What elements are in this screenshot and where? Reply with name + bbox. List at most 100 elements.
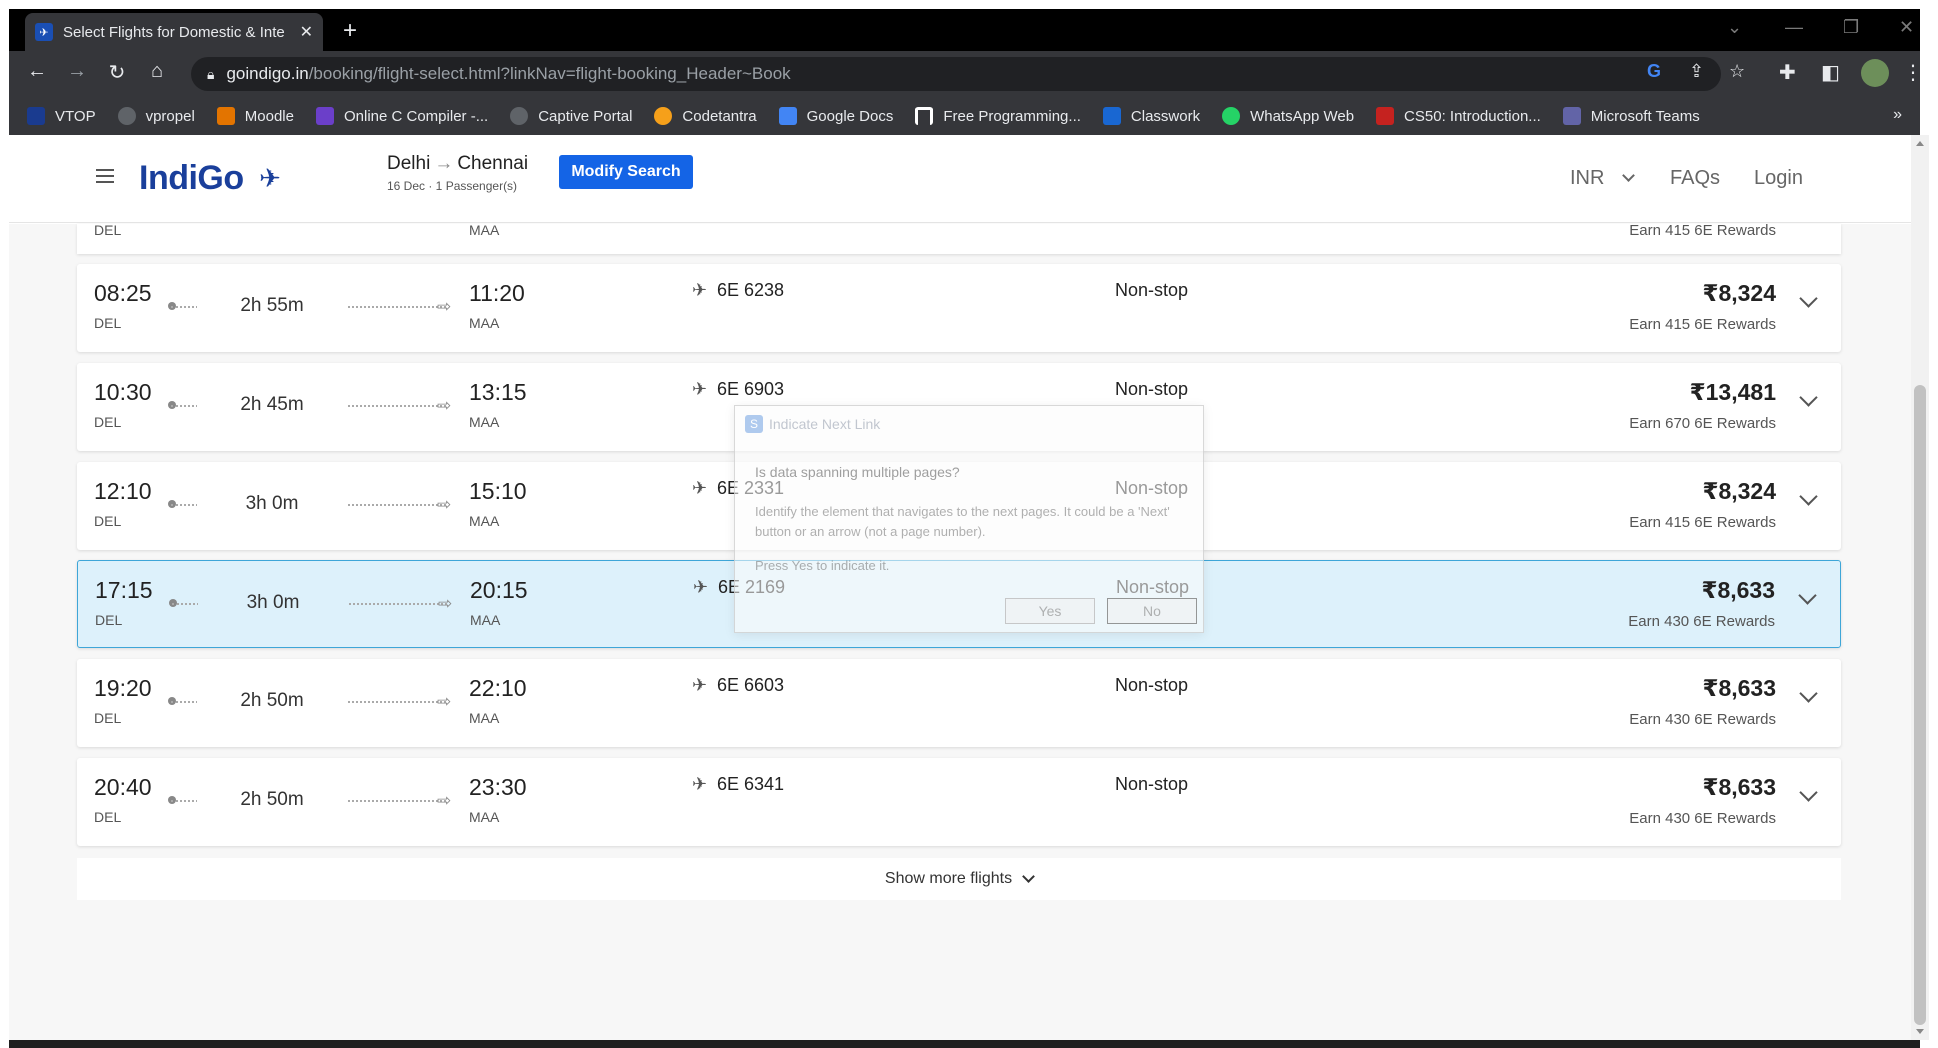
- expand-chevron-icon[interactable]: [1799, 388, 1818, 407]
- flight-card-partial[interactable]: DEL MAA Earn 415 6E Rewards: [77, 224, 1841, 254]
- tab-close-icon[interactable]: ✕: [300, 22, 313, 42]
- expand-chevron-icon[interactable]: [1799, 783, 1818, 802]
- bookmark-whatsapp-web[interactable]: WhatsApp Web: [1222, 107, 1354, 125]
- whatsapp-icon: [1222, 107, 1241, 125]
- bookmark-moodle[interactable]: Moodle: [216, 107, 294, 125]
- stops: Non-stop: [1115, 280, 1189, 300]
- scroll-up-arrow-icon[interactable]: [1916, 141, 1924, 146]
- expand-chevron-icon[interactable]: [1799, 684, 1818, 703]
- show-more-flights-button[interactable]: Show more flights: [77, 858, 1841, 900]
- extensions-icon[interactable]: ✚: [1779, 60, 1796, 85]
- reload-icon[interactable]: ↻: [103, 60, 131, 85]
- airplane-icon: ✈: [692, 379, 708, 399]
- duration-label: 3h 0m: [241, 493, 303, 514]
- arrival-plane-icon: ⇨: [437, 297, 452, 316]
- bookmark-free-programming[interactable]: Free Programming...: [915, 107, 1081, 125]
- home-icon[interactable]: ⌂: [143, 60, 171, 83]
- page-scrollbar[interactable]: [1911, 135, 1929, 1040]
- bookmark-label: Free Programming...: [943, 107, 1081, 125]
- side-panel-icon[interactable]: ◧: [1821, 60, 1840, 85]
- rewards: Earn 430 6E Rewards: [1629, 810, 1776, 827]
- expand-chevron-icon[interactable]: [1798, 586, 1817, 605]
- window-close-icon[interactable]: ✕: [1899, 17, 1914, 38]
- airplane-icon: ✈: [692, 675, 708, 695]
- arrival-plane-icon: ⇨: [438, 594, 453, 613]
- duration-label: 2h 45m: [236, 394, 308, 415]
- flight-card[interactable]: 19:20 DEL 2h 50m ⇨ 22:10 MAA ✈ 6E 6603 Non-stop ₹…: [77, 659, 1841, 747]
- screen: ✈ Select Flights for Domestic & Inte ✕ +…: [0, 0, 1938, 1048]
- address-bar[interactable]: 🔒︎ goindigo.in/booking/flight-select.htm…: [191, 57, 1721, 91]
- airplane-icon: ✈: [693, 577, 709, 597]
- bookmarks-overflow-icon[interactable]: »: [1893, 106, 1902, 124]
- share-icon[interactable]: ⇪: [1689, 61, 1704, 82]
- menu-icon[interactable]: ⋮: [1903, 60, 1923, 85]
- browser-tab[interactable]: ✈ Select Flights for Domestic & Inte ✕: [25, 13, 323, 51]
- google-docs-icon: [778, 107, 797, 125]
- scroll-down-arrow-icon[interactable]: [1916, 1029, 1924, 1034]
- arrival-time: 22:10: [469, 675, 527, 701]
- fare-price: ₹8,633: [1702, 774, 1776, 800]
- flight-card[interactable]: 20:40 DEL 2h 50m ⇨ 23:30 MAA ✈ 6E 6341 Non-stop ₹…: [77, 758, 1841, 846]
- free-programming-icon: [915, 107, 934, 125]
- url-host: goindigo.in: [226, 64, 309, 83]
- currency-selector[interactable]: INR: [1570, 167, 1635, 190]
- forward-icon[interactable]: →: [63, 60, 91, 83]
- arrival-code: MAA: [470, 612, 501, 628]
- restore-icon[interactable]: ❐: [1843, 17, 1859, 38]
- tab-title: Select Flights for Domestic & Inte: [63, 23, 285, 41]
- show-more-label: Show more flights: [884, 870, 1013, 887]
- indicate-next-link-dialog: S Indicate Next Link Is data spanning mu…: [734, 405, 1204, 633]
- bookmark-label: vpropel: [145, 107, 195, 125]
- expand-chevron-icon[interactable]: [1799, 289, 1818, 308]
- dialog-question: Is data spanning multiple pages?: [755, 464, 960, 480]
- indigo-plane-logo-icon: ✈: [259, 163, 281, 193]
- faqs-link[interactable]: FAQs: [1670, 167, 1720, 190]
- arrival-plane-icon: ⇨: [437, 396, 452, 415]
- hamburger-menu-icon[interactable]: [96, 169, 114, 183]
- bookmark-classwork[interactable]: Classwork: [1102, 107, 1201, 125]
- bookmark-microsoft-teams[interactable]: Microsoft Teams: [1562, 107, 1700, 125]
- modify-search-button[interactable]: Modify Search: [559, 155, 693, 189]
- dialog-no-button[interactable]: No: [1107, 598, 1197, 624]
- arrival-code: MAA: [469, 809, 500, 825]
- expand-chevron-icon[interactable]: [1799, 487, 1818, 506]
- fare-price: ₹13,481: [1689, 379, 1776, 405]
- bookmarks-bar: VTOP vpropel Moodle Online C Compiler -.…: [9, 97, 1920, 135]
- minimize-icon[interactable]: —: [1785, 17, 1803, 38]
- departure-code: DEL: [94, 809, 122, 825]
- login-link[interactable]: Login: [1754, 167, 1803, 190]
- bookmark-star-icon[interactable]: ☆: [1729, 61, 1745, 82]
- dialog-yes-button[interactable]: Yes: [1005, 598, 1095, 624]
- bookmark-vtop[interactable]: VTOP: [27, 107, 96, 125]
- bookmark-codetantra[interactable]: Codetantra: [654, 107, 757, 125]
- back-icon[interactable]: ←: [23, 60, 51, 83]
- arrival-plane-icon: ⇨: [437, 495, 452, 514]
- teams-icon: [1562, 107, 1581, 125]
- google-lens-icon[interactable]: G: [1647, 61, 1661, 82]
- left-edge: [0, 0, 9, 1048]
- arrival-time: 11:20: [469, 280, 525, 306]
- bookmark-label: WhatsApp Web: [1250, 107, 1355, 125]
- new-tab-button[interactable]: +: [343, 19, 357, 43]
- bookmark-label: Classwork: [1130, 107, 1201, 125]
- rewards: Earn 430 6E Rewards: [1628, 613, 1775, 630]
- url-path: /booking/flight-select.html?linkNav=flig…: [308, 64, 791, 83]
- profile-avatar[interactable]: [1861, 59, 1889, 87]
- scroll-thumb[interactable]: [1914, 385, 1926, 1025]
- flight-number: 6E 6903: [717, 379, 785, 399]
- tab-search-icon[interactable]: ⌄: [1727, 17, 1742, 38]
- bookmark-online-c-compiler[interactable]: Online C Compiler -...: [315, 107, 488, 125]
- departure-code: DEL: [94, 710, 122, 726]
- airplane-icon: ✈: [692, 280, 708, 300]
- flight-card[interactable]: 08:25 DEL 2h 55m ⇨ 11:20 MAA ✈ 6E 6238 Non-stop ₹…: [77, 264, 1841, 352]
- flight-number: 6E 6603: [717, 675, 785, 695]
- harvard-shield-icon: [1376, 107, 1395, 125]
- indigo-logo[interactable]: IndiGo: [139, 159, 244, 198]
- bookmark-cs50[interactable]: CS50: Introduction...: [1376, 107, 1541, 125]
- duration: 3h 0m: [197, 493, 347, 515]
- bookmark-vpropel[interactable]: vpropel: [117, 107, 195, 125]
- bookmark-google-docs[interactable]: Google Docs: [778, 107, 893, 125]
- duration-label: 2h 50m: [236, 690, 308, 711]
- bookmark-captive-portal[interactable]: Captive Portal: [510, 107, 632, 125]
- indigo-favicon-icon: ✈: [35, 23, 53, 41]
